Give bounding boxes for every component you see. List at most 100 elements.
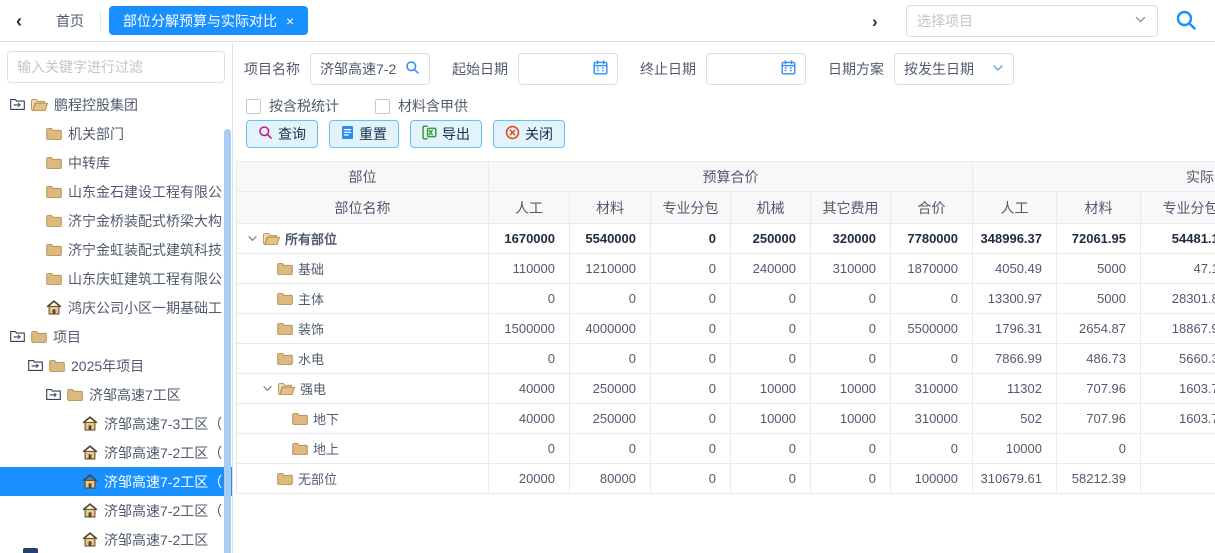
tree-item-label: 鹏程控股集团 — [54, 95, 138, 115]
search-icon — [258, 125, 273, 143]
cell-value: 0 — [651, 314, 731, 344]
cell-value: 0 — [891, 284, 973, 314]
project-select[interactable]: 选择项目 — [906, 5, 1158, 37]
tree-item[interactable]: 济邹高速7-2工区（ — [0, 467, 232, 496]
row-name: 地上 — [313, 439, 339, 458]
forward-icon[interactable]: › — [872, 12, 878, 32]
tree-item[interactable]: 济邹高速7-2工区（ — [0, 438, 232, 467]
org-tree: 鹏程控股集团机关部门中转库山东金石建设工程有限公济宁金桥装配式桥梁大构济宁金虹装… — [0, 90, 232, 553]
close-circle-icon — [505, 125, 520, 143]
row-name: 强电 — [300, 379, 326, 398]
cell-value: 40000 — [489, 404, 570, 434]
tree-item-label: 项目 — [53, 327, 81, 347]
tab-home[interactable]: 首页 — [46, 11, 94, 31]
tree-switcher-icon[interactable] — [10, 330, 25, 343]
search-icon[interactable] — [405, 60, 420, 78]
cell-value: 0 — [651, 404, 731, 434]
expand-caret-icon[interactable] — [247, 233, 258, 244]
tree-item[interactable]: 鹏程控股集团 — [0, 90, 232, 119]
cell-value: 10000 — [731, 374, 811, 404]
tree-item-label: 鸿庆公司小区一期基础工 — [68, 298, 222, 318]
folder-icon — [46, 156, 62, 170]
date-plan-value: 按发生日期 — [904, 59, 992, 79]
tree-filter-input[interactable]: 输入关键字进行过滤 — [7, 51, 225, 83]
tree-item-label: 济邹高速7-2工区 — [104, 530, 208, 550]
tree-item[interactable]: 中转库 — [0, 148, 232, 177]
tab-close-icon[interactable]: × — [286, 14, 294, 28]
tree-item[interactable]: 鸿庆公司小区一期基础工 — [0, 293, 232, 322]
tree-switcher-icon[interactable] — [28, 359, 43, 372]
table-column-header: 合价 — [891, 192, 973, 224]
project-name-value: 济邹高速7-2 — [320, 59, 405, 79]
tree-item[interactable]: 济邹高速7-3工区（ — [0, 409, 232, 438]
checkbox-icon — [375, 99, 390, 114]
document-icon — [341, 125, 354, 143]
tree-item[interactable]: 济邹高速7工区 — [0, 380, 232, 409]
tree-item[interactable]: 济宁金虹装配式建筑科技 — [0, 235, 232, 264]
tab-active[interactable]: 部位分解预算与实际对比 × — [109, 6, 308, 35]
tree-item[interactable]: 2025年项目 — [0, 351, 232, 380]
top-bar: ‹ 首页 部位分解预算与实际对比 × › 选择项目 — [0, 0, 1215, 42]
tree-item[interactable]: 项目 — [0, 322, 232, 351]
cell-value: 10000 — [811, 404, 891, 434]
table-column-header: 专业分包 — [1141, 192, 1215, 224]
back-icon[interactable]: ‹ — [16, 12, 22, 30]
cell-value: 250000 — [570, 374, 651, 404]
cell-value: 0 — [489, 344, 570, 374]
tree-item[interactable]: 山东庆虹建筑工程有限公 — [0, 264, 232, 293]
reset-button[interactable]: 重置 — [329, 120, 399, 148]
comparison-table-wrap: 部位预算合价实际部位名称人工材料专业分包机械其它费用合价人工材料专业分包 所有部… — [236, 161, 1215, 553]
cell-value: 4050.49 — [973, 254, 1057, 284]
tree-switcher-icon[interactable] — [10, 98, 25, 111]
cell-value: 0 — [731, 344, 811, 374]
date-plan-select[interactable]: 按发生日期 — [894, 53, 1014, 85]
query-button[interactable]: 查询 — [246, 120, 318, 148]
cell-value: 0 — [811, 284, 891, 314]
tree-item[interactable]: 济宁金桥装配式桥梁大构 — [0, 206, 232, 235]
cell-value: 7780000 — [891, 224, 973, 254]
table-row: 地上0000001000000 — [237, 434, 1215, 464]
table-row: 地下4000025000001000010000310000502707.961… — [237, 404, 1215, 434]
folder-icon — [46, 272, 62, 286]
search-icon[interactable] — [1174, 8, 1198, 35]
table-column-header: 专业分包 — [651, 192, 731, 224]
table-column-header: 人工 — [489, 192, 570, 224]
checkbox-material-supplied[interactable]: 材料含甲供 — [375, 96, 468, 116]
folder-icon — [31, 330, 47, 344]
cell-value: 0 — [651, 374, 731, 404]
table-column-header: 材料 — [570, 192, 651, 224]
start-date-input[interactable] — [518, 53, 618, 85]
cell-value: 0 — [570, 344, 651, 374]
table-column-header: 人工 — [973, 192, 1057, 224]
checkbox-tax-included[interactable]: 按含税统计 — [246, 96, 339, 116]
cell-value: 58212.39 — [1057, 464, 1141, 494]
cell-value: 0 — [570, 434, 651, 464]
cell-value: 250000 — [731, 224, 811, 254]
checkbox-tax-label: 按含税统计 — [269, 96, 339, 116]
export-button[interactable]: 导出 — [410, 120, 482, 148]
tree-item[interactable]: 山东金石建设工程有限公 — [0, 177, 232, 206]
cell-value: 310000 — [811, 254, 891, 284]
cell-value: 1603.77 — [1141, 374, 1215, 404]
expand-caret-icon[interactable] — [262, 383, 273, 394]
row-name: 主体 — [298, 289, 324, 308]
close-button[interactable]: 关闭 — [493, 120, 565, 148]
tree-item-label: 中转库 — [68, 153, 110, 173]
folder-open-icon — [278, 382, 295, 396]
folder-icon — [277, 472, 293, 486]
tree-item[interactable]: 济邹高速7-2工区（ — [0, 496, 232, 525]
tree-item-label: 济邹高速7-2工区（ — [104, 443, 222, 463]
tree-item-label: 济邹高速7-2工区（ — [104, 472, 222, 492]
end-date-input[interactable] — [706, 53, 806, 85]
tree-item-label: 济邹高速7工区 — [89, 385, 181, 405]
calendar-icon[interactable] — [781, 60, 796, 78]
sidebar-scrollbar[interactable] — [224, 129, 231, 553]
project-name-input[interactable]: 济邹高速7-2 — [310, 53, 430, 85]
calendar-icon[interactable] — [593, 60, 608, 78]
cell-value: 0 — [891, 434, 973, 464]
date-plan-label: 日期方案 — [828, 59, 884, 79]
cell-value: 0 — [731, 284, 811, 314]
tree-switcher-icon[interactable] — [46, 388, 61, 401]
tree-item[interactable]: 机关部门 — [0, 119, 232, 148]
cell-value: 0 — [891, 344, 973, 374]
